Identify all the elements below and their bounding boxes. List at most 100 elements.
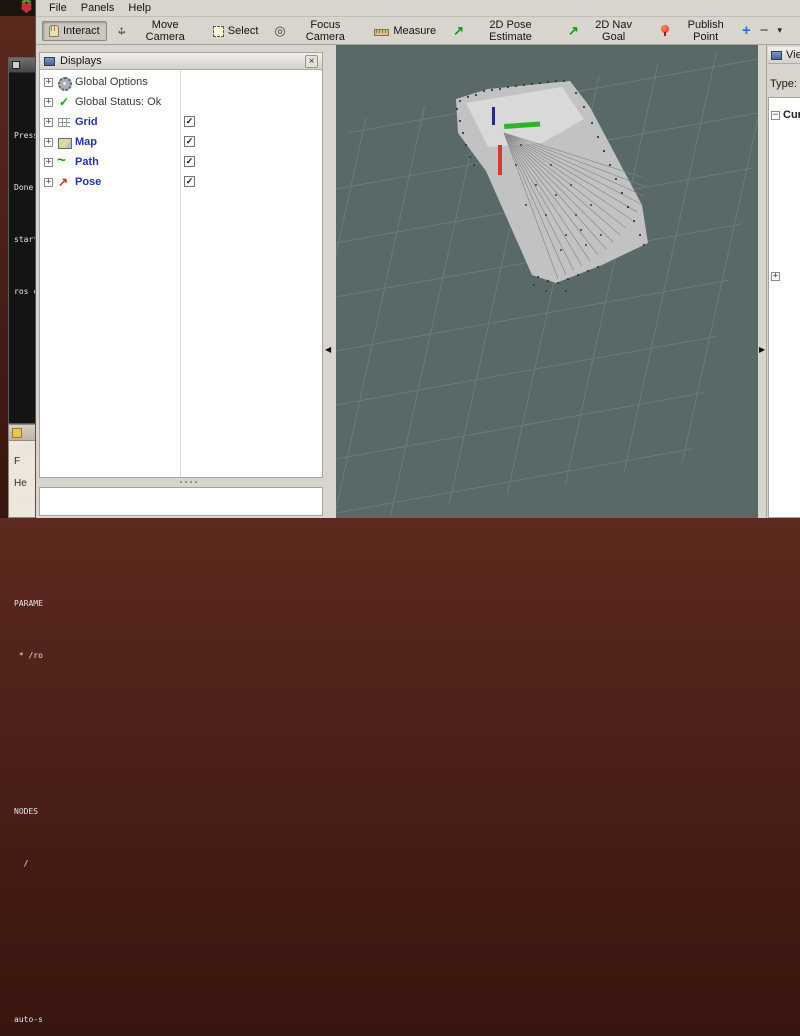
left-dock-splitter[interactable]: ◀ xyxy=(324,45,336,518)
focus-camera-icon xyxy=(274,24,288,37)
display-name: Map xyxy=(75,136,97,148)
display-row[interactable]: + Map xyxy=(40,132,322,152)
publish-point-icon xyxy=(658,24,672,37)
nav-goal-icon xyxy=(567,24,581,37)
expander-icon[interactable]: + xyxy=(44,138,53,147)
hand-icon xyxy=(49,25,59,37)
views-type-label: Type: xyxy=(770,78,797,90)
terminal-line: NODES xyxy=(14,805,242,818)
views-item-label: Cur xyxy=(783,109,800,121)
tool-button[interactable]: Move Camera xyxy=(109,15,204,47)
displays-panel-titlebar[interactable]: Displays × xyxy=(40,53,322,70)
display-name: Grid xyxy=(75,116,98,128)
3d-scene xyxy=(336,45,758,518)
expander-icon[interactable]: + xyxy=(44,158,53,167)
tool-button[interactable]: Focus Camera xyxy=(267,15,365,47)
expander-icon[interactable]: + xyxy=(44,98,53,107)
views-tree-row[interactable]: − Cur xyxy=(769,106,800,124)
toolbar: Interact Move Camera Select Focus Camera xyxy=(36,17,800,45)
display-row[interactable]: + Grid xyxy=(40,112,322,132)
collapse-right-arrow-icon[interactable]: ▶ xyxy=(759,345,765,355)
display-row[interactable]: + Global Status: Ok xyxy=(40,92,322,112)
raspberry-menu-icon[interactable] xyxy=(20,0,33,18)
terminal-line: * /ro xyxy=(14,649,242,662)
views-tree-row[interactable]: + xyxy=(769,269,800,284)
terminal-line: PARAME xyxy=(14,597,242,610)
tool-button[interactable]: 2D Pose Estimate xyxy=(445,15,558,47)
menu-item[interactable]: Help xyxy=(121,1,158,15)
displays-panel: Displays × + Global Options + Global Sta… xyxy=(39,52,323,478)
path-icon xyxy=(57,156,71,169)
expander-icon[interactable]: + xyxy=(44,118,53,127)
views-tree: − Cur + xyxy=(768,97,800,518)
displays-panel-title: Displays xyxy=(60,55,102,67)
terminal-line: / xyxy=(14,857,242,870)
terminal-line xyxy=(14,961,242,974)
close-icon[interactable]: × xyxy=(305,55,318,68)
views-panel-title: Vie xyxy=(786,49,800,61)
display-enabled-checkbox[interactable] xyxy=(184,156,195,167)
tool-buttons: Interact Move Camera Select Focus Camera xyxy=(42,15,742,47)
tool-label: Focus Camera xyxy=(292,19,358,43)
status-ok-icon xyxy=(57,96,71,109)
pose-estimate-icon xyxy=(452,24,466,37)
taskbar-fragment xyxy=(0,0,35,16)
displays-tree: + Global Options + Global Status: Ok + G… xyxy=(40,70,322,477)
3d-viewport[interactable] xyxy=(336,45,758,518)
rviz-window: File Panels Help Interact Move Camera xyxy=(35,0,800,518)
display-name: Pose xyxy=(75,176,101,188)
tool-button[interactable]: 2D Nav Goal xyxy=(560,15,649,47)
views-panel: Vie Type: − Cur + xyxy=(766,45,800,518)
move-camera-icon xyxy=(116,24,130,37)
tool-label: Interact xyxy=(63,25,100,37)
tool-label: 2D Pose Estimate xyxy=(470,19,551,43)
display-row[interactable]: + Pose xyxy=(40,172,322,192)
views-panel-titlebar[interactable]: Vie xyxy=(768,47,800,64)
expander-icon[interactable]: − xyxy=(771,111,780,120)
expander-icon[interactable]: + xyxy=(44,78,53,87)
terminal-line xyxy=(14,545,242,558)
toolbar-overflow-button[interactable]: ▾ xyxy=(777,25,782,36)
add-tool-button[interactable]: + xyxy=(742,24,751,38)
remove-tool-button[interactable]: − xyxy=(760,24,769,38)
views-panel-icon xyxy=(771,51,782,60)
map-icon xyxy=(57,136,71,149)
terminal-icon xyxy=(12,61,20,69)
pose-icon xyxy=(57,176,71,189)
expander-icon[interactable]: + xyxy=(771,272,780,281)
bottom-panel xyxy=(39,487,323,516)
display-name: Global Status: Ok xyxy=(75,96,161,108)
tool-button[interactable]: Interact xyxy=(42,21,107,41)
display-name: Global Options xyxy=(75,76,148,88)
expander-icon[interactable]: + xyxy=(44,178,53,187)
terminal-line xyxy=(14,753,242,766)
terminal-line xyxy=(14,909,242,922)
tool-label: 2D Nav Goal xyxy=(585,19,642,43)
menu-item[interactable]: Panels xyxy=(74,1,122,15)
display-name: Path xyxy=(75,156,99,168)
display-enabled-checkbox[interactable] xyxy=(184,176,195,187)
tool-button[interactable]: Select xyxy=(206,21,266,41)
display-row[interactable]: + Path xyxy=(40,152,322,172)
toolbar-right-controls: + − ▾ xyxy=(742,24,794,38)
tool-label: Select xyxy=(228,25,259,37)
display-enabled-checkbox[interactable] xyxy=(184,116,195,127)
measure-icon xyxy=(374,29,389,36)
displays-panel-icon xyxy=(44,57,55,66)
splitter-dots-icon xyxy=(180,481,182,483)
tool-label: Publish Point xyxy=(676,19,735,43)
tool-button[interactable]: Publish Point xyxy=(651,15,742,47)
display-enabled-checkbox[interactable] xyxy=(184,136,195,147)
terminal-line: auto-s xyxy=(14,1013,242,1026)
gear-icon xyxy=(57,76,71,89)
panel-splitter-handle[interactable] xyxy=(39,479,323,485)
right-dock-splitter[interactable]: ▶ xyxy=(758,45,766,518)
tool-button[interactable]: Measure xyxy=(367,21,443,41)
tool-label: Measure xyxy=(393,25,436,37)
menu-item[interactable]: File xyxy=(42,1,74,15)
collapse-left-arrow-icon[interactable]: ◀ xyxy=(325,345,331,355)
select-icon xyxy=(213,26,224,37)
tool-label: Move Camera xyxy=(134,19,197,43)
grid-icon xyxy=(57,116,71,129)
display-row[interactable]: + Global Options xyxy=(40,72,322,92)
